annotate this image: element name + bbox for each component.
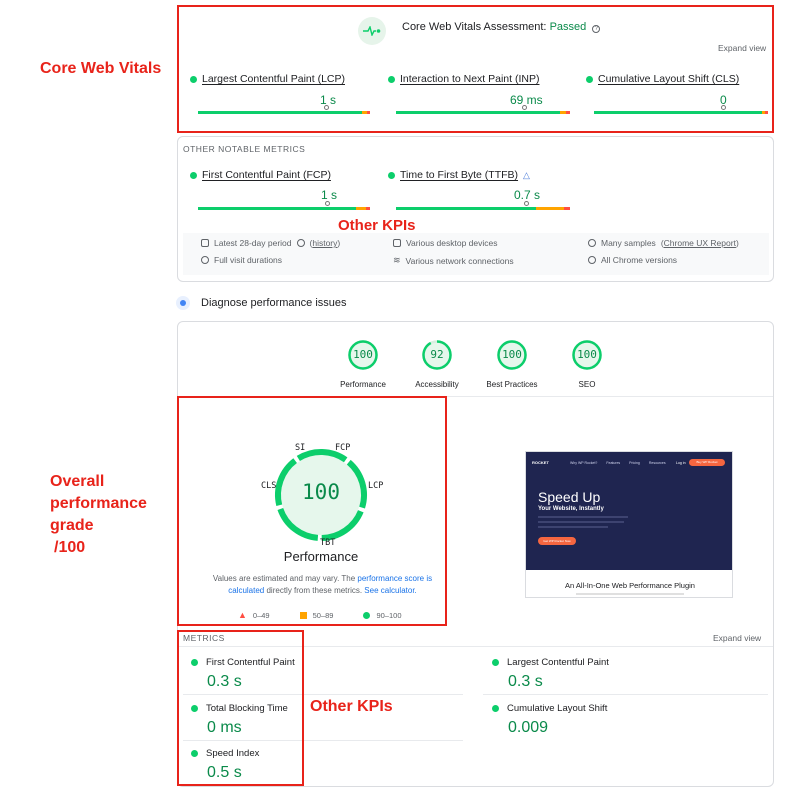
score-label: SEO <box>578 380 596 389</box>
wifi-icon: ≋ <box>393 255 401 265</box>
metrics-expand-view[interactable]: Expand view <box>713 633 761 643</box>
info-text: Full visit durations <box>214 255 283 265</box>
good-dot-icon <box>492 659 499 666</box>
thumb-text-line <box>538 516 628 518</box>
info-text: Various desktop devices <box>406 238 498 248</box>
diagnose-icon <box>176 296 190 310</box>
metric-value: 1 s <box>321 188 338 202</box>
other-metrics-header: OTHER NOTABLE METRICS <box>183 144 306 154</box>
divider <box>483 694 768 695</box>
marker-icon <box>524 201 529 206</box>
distribution-bar <box>396 207 570 210</box>
thumb-caption: An All-In-One Web Performance Plugin <box>565 581 695 590</box>
thumb-nav: Why WP Rocket? Features Pricing Resource… <box>570 461 666 465</box>
score-label: Performance <box>340 380 386 389</box>
info-text: All Chrome versions <box>601 255 678 265</box>
score-label: Accessibility <box>415 380 459 389</box>
score-gauge-performance[interactable]: 100 Performance <box>328 339 398 389</box>
good-dot-icon <box>492 705 499 712</box>
annotation-other-kpis-2: Other KPIs <box>310 698 393 715</box>
thumb-cta: Buy WP Rocket <box>689 459 725 466</box>
other-metrics-card: OTHER NOTABLE METRICS First Contentful P… <box>177 136 774 282</box>
info-text: Various network connections <box>405 255 514 266</box>
thumb-text-line <box>538 521 624 523</box>
timer-icon <box>201 256 209 264</box>
info-durations: Full visit durations <box>201 255 282 265</box>
metric-name: Time to First Byte (TTFB) <box>400 169 519 181</box>
annotation-line: grade <box>50 517 94 534</box>
diagnose-title: Diagnose performance issues <box>201 297 347 309</box>
annotation-line: Overall <box>50 473 105 490</box>
thumb-nav-item: Resources <box>648 461 666 465</box>
score-gauge-best-practices[interactable]: 100 Best Practices <box>477 339 547 389</box>
thumb-headline: Speed Up <box>538 489 601 505</box>
thumb-nav-item: Features <box>606 461 621 465</box>
calendar-icon <box>201 239 209 247</box>
thumb-text-line <box>538 526 608 528</box>
history-link[interactable]: history <box>312 238 337 248</box>
score-label: Best Practices <box>486 380 538 389</box>
score-value: 92 <box>430 348 444 361</box>
info-network: ≋ Various network connections <box>393 255 514 266</box>
annotation-core-web-vitals: Core Web Vitals <box>40 60 162 77</box>
score-gauge-accessibility[interactable]: 92 Accessibility <box>402 339 472 389</box>
annotation-line: /100 <box>54 539 86 556</box>
experimental-flask-icon: △ <box>523 169 530 180</box>
metric-name: Largest Contentful Paint <box>507 657 609 668</box>
metric-value: 0.009 <box>508 719 549 736</box>
annotation-box-performance <box>177 396 447 626</box>
info-period: Latest 28-day period (history) <box>201 238 340 248</box>
info-devices: Various desktop devices <box>393 238 498 248</box>
help-icon[interactable] <box>296 239 305 247</box>
logo-text: ROCKET <box>532 460 549 465</box>
annotation-box-cwv <box>177 5 774 133</box>
info-samples: Many samples (Chrome UX Report) <box>588 238 739 248</box>
score-value: 100 <box>353 348 373 361</box>
thumb-subheadline: Your Website, Instantly <box>538 506 604 512</box>
info-chrome: All Chrome versions <box>588 255 677 265</box>
hero-area: ROCKET Why WP Rocket? Features Pricing R… <box>526 452 732 570</box>
metric-value: 0.3 s <box>508 673 543 690</box>
desktop-icon <box>393 239 401 247</box>
users-icon <box>588 239 596 247</box>
annotation-other-kpis: Other KPIs <box>338 217 416 234</box>
thumb-text-line <box>576 593 684 595</box>
metric-ttfb[interactable]: Time to First Byte (TTFB) △ <box>388 169 530 181</box>
score-value: 100 <box>502 348 522 361</box>
thumb-button: Get WP Rocket Now <box>538 537 576 545</box>
thumb-nav-item: Why WP Rocket? <box>570 461 598 465</box>
annotation-box-metrics <box>177 630 304 786</box>
metric-largest-contentful-paint: Largest Contentful Paint 0.3 s <box>492 657 609 691</box>
metric-cumulative-layout-shift: Cumulative Layout Shift 0.009 <box>492 703 607 737</box>
metric-fcp[interactable]: First Contentful Paint (FCP) <box>190 169 331 181</box>
info-text: Latest 28-day period <box>214 238 292 248</box>
annotation-line: performance <box>50 495 147 512</box>
crux-link[interactable]: Chrome UX Report <box>664 238 736 248</box>
marker-icon <box>325 201 330 206</box>
good-dot-icon <box>190 171 197 179</box>
annotation-overall-grade: Overall performance grade /100 <box>50 471 147 559</box>
score-gauge-seo[interactable]: 100 SEO <box>552 339 622 389</box>
info-text: Many samples <box>601 238 656 248</box>
thumb-login: Log in <box>676 461 686 465</box>
page-screenshot: ROCKET Why WP Rocket? Features Pricing R… <box>525 451 733 598</box>
metric-value: 0.7 s <box>514 188 541 202</box>
metric-name: First Contentful Paint (FCP) <box>202 169 331 181</box>
thumb-nav-item: Pricing <box>629 461 640 465</box>
good-dot-icon <box>388 171 395 179</box>
info-strip: Latest 28-day period (history) Various d… <box>183 233 769 275</box>
metric-name: Cumulative Layout Shift <box>507 703 608 714</box>
distribution-bar <box>198 207 370 210</box>
chrome-icon <box>588 256 596 264</box>
score-value: 100 <box>577 348 597 361</box>
